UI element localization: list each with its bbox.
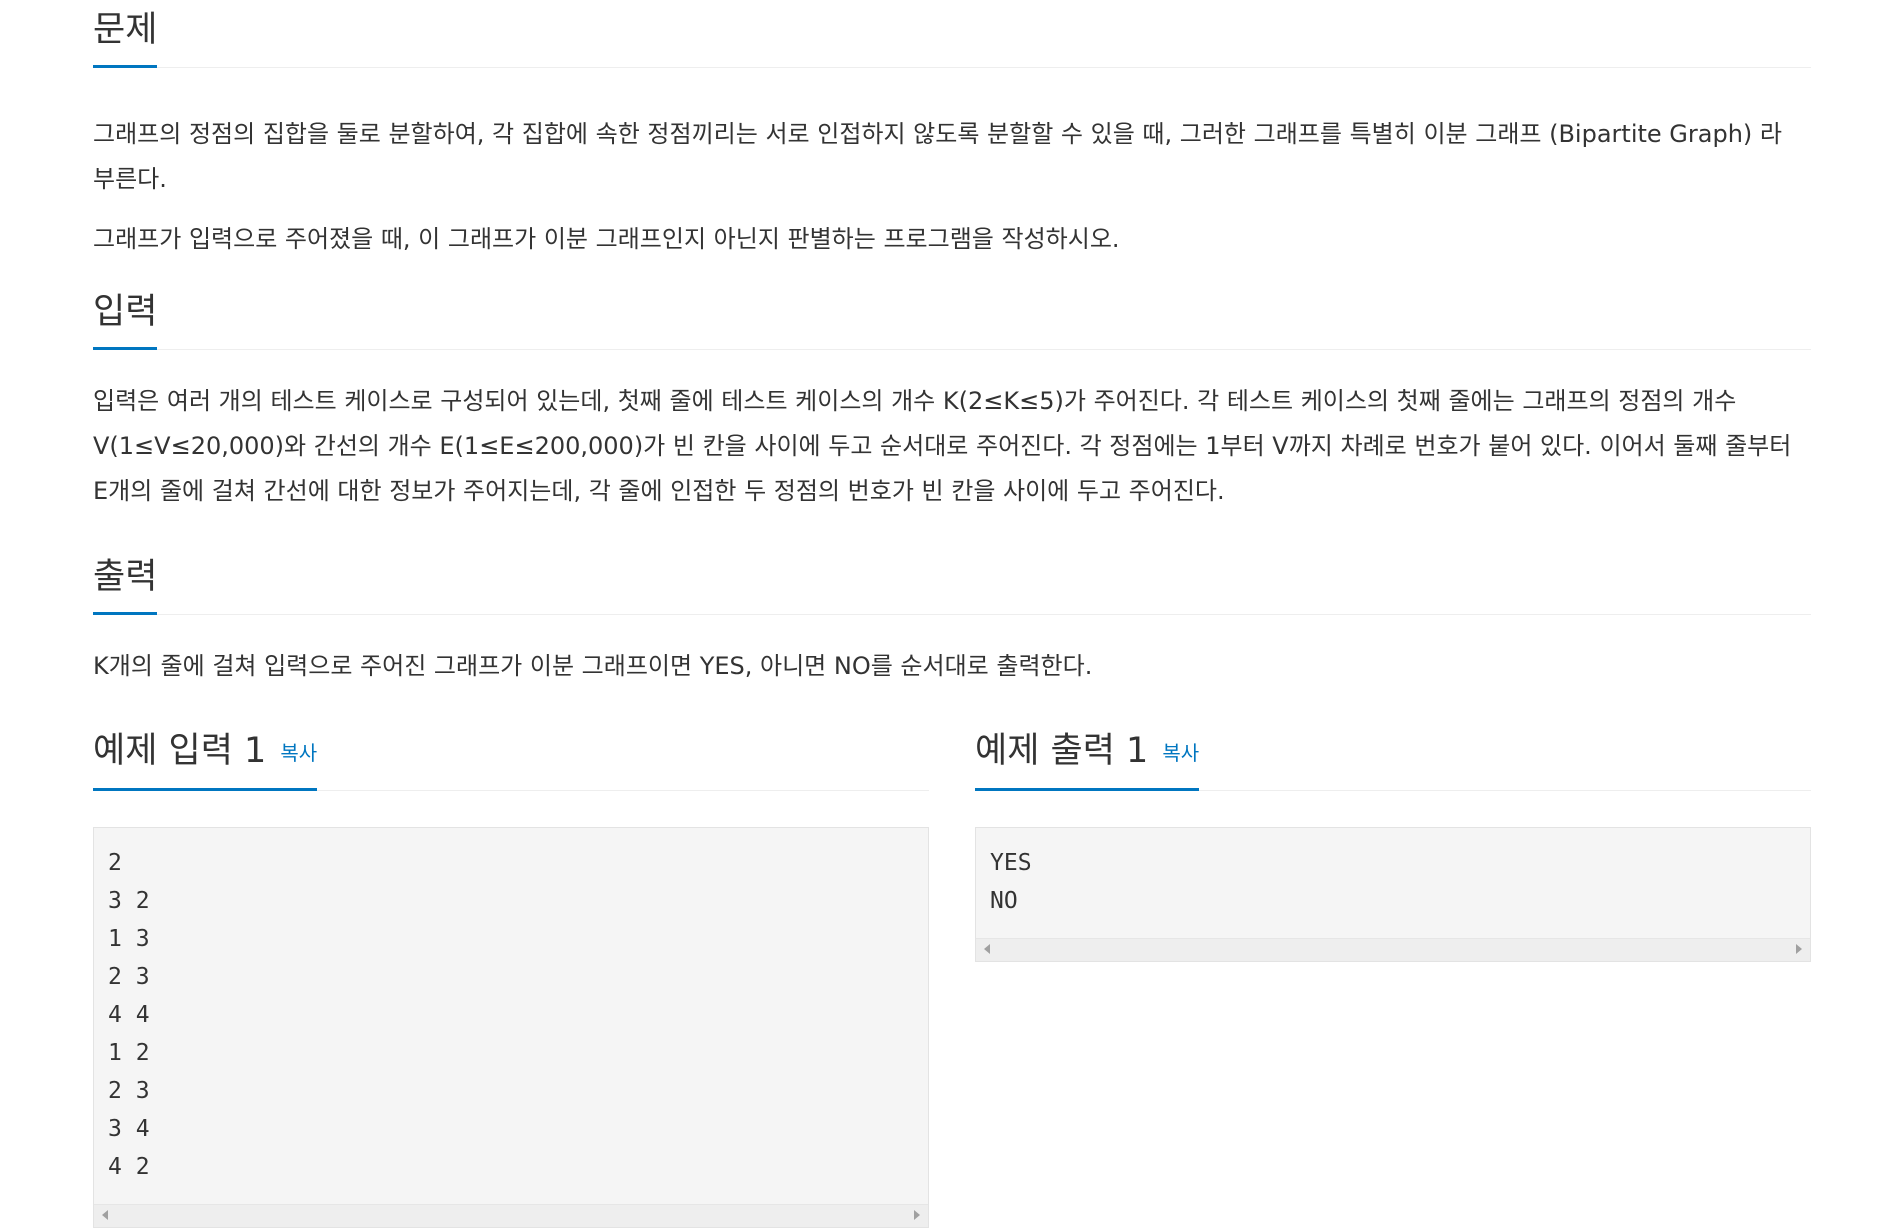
sample-input-column: 예제 입력 1 복사 2 3 2 1 3 2 3 4 4 1 2 2 3 3 4 … <box>93 719 929 1228</box>
input-section: 입력 입력은 여러 개의 테스트 케이스로 구성되어 있는데, 첫째 줄에 테스… <box>93 280 1811 514</box>
sample-input-box: 2 3 2 1 3 2 3 4 4 1 2 2 3 3 4 4 2 <box>93 827 929 1228</box>
sample-output-headline: 예제 출력 1 복사 <box>975 719 1811 791</box>
problem-paragraph-1: 그래프의 정점의 집합을 둘로 분할하여, 각 집합에 속한 정점끼리는 서로 … <box>93 120 1782 193</box>
copy-sample-output-button[interactable]: 복사 <box>1162 741 1199 765</box>
problem-section: 문제 그래프의 정점의 집합을 둘로 분할하여, 각 집합에 속한 정점끼리는 … <box>93 0 1811 262</box>
input-description: 입력은 여러 개의 테스트 케이스로 구성되어 있는데, 첫째 줄에 테스트 케… <box>93 387 1792 505</box>
sample-output-column: 예제 출력 1 복사 YES NO <box>975 719 1811 962</box>
sample-input-headline: 예제 입력 1 복사 <box>93 719 929 791</box>
sample-output-title-text: 예제 출력 1 <box>975 731 1149 771</box>
sample-output-title: 예제 출력 1 복사 <box>975 719 1200 791</box>
output-section: 출력 K개의 줄에 걸쳐 입력으로 주어진 그래프가 이분 그래프이면 YES,… <box>93 545 1811 689</box>
problem-page: 문제 그래프의 정점의 집합을 둘로 분할하여, 각 집합에 속한 정점끼리는 … <box>0 0 1890 1228</box>
input-headline: 입력 <box>93 280 1811 350</box>
sample-output-code[interactable]: YES NO <box>976 828 1810 938</box>
sample-input-scrollbar[interactable] <box>94 1204 928 1227</box>
copy-sample-input-button[interactable]: 복사 <box>280 741 317 765</box>
output-title: 출력 <box>93 545 158 615</box>
input-title: 입력 <box>93 280 158 350</box>
problem-paragraph-2: 그래프가 입력으로 주어졌을 때, 이 그래프가 이분 그래프인지 아닌지 판별… <box>93 225 1120 253</box>
sample-output-box: YES NO <box>975 827 1811 962</box>
scroll-left-arrow-icon[interactable] <box>984 944 990 954</box>
problem-description: 그래프의 정점의 집합을 둘로 분할하여, 각 집합에 속한 정점끼리는 서로 … <box>93 112 1811 262</box>
sample-input-title: 예제 입력 1 복사 <box>93 719 318 791</box>
scroll-right-arrow-icon[interactable] <box>1796 944 1802 954</box>
sample-input-code[interactable]: 2 3 2 1 3 2 3 4 4 1 2 2 3 3 4 4 2 <box>94 828 928 1204</box>
scroll-left-arrow-icon[interactable] <box>102 1210 108 1220</box>
output-headline: 출력 <box>93 545 1811 615</box>
scroll-right-arrow-icon[interactable] <box>914 1210 920 1220</box>
sample-output-scrollbar[interactable] <box>976 938 1810 961</box>
problem-title: 문제 <box>93 0 158 68</box>
output-description: K개의 줄에 걸쳐 입력으로 주어진 그래프가 이분 그래프이면 YES, 아니… <box>93 652 1093 680</box>
sample-input-title-text: 예제 입력 1 <box>93 731 267 771</box>
problem-headline: 문제 <box>93 0 1811 68</box>
